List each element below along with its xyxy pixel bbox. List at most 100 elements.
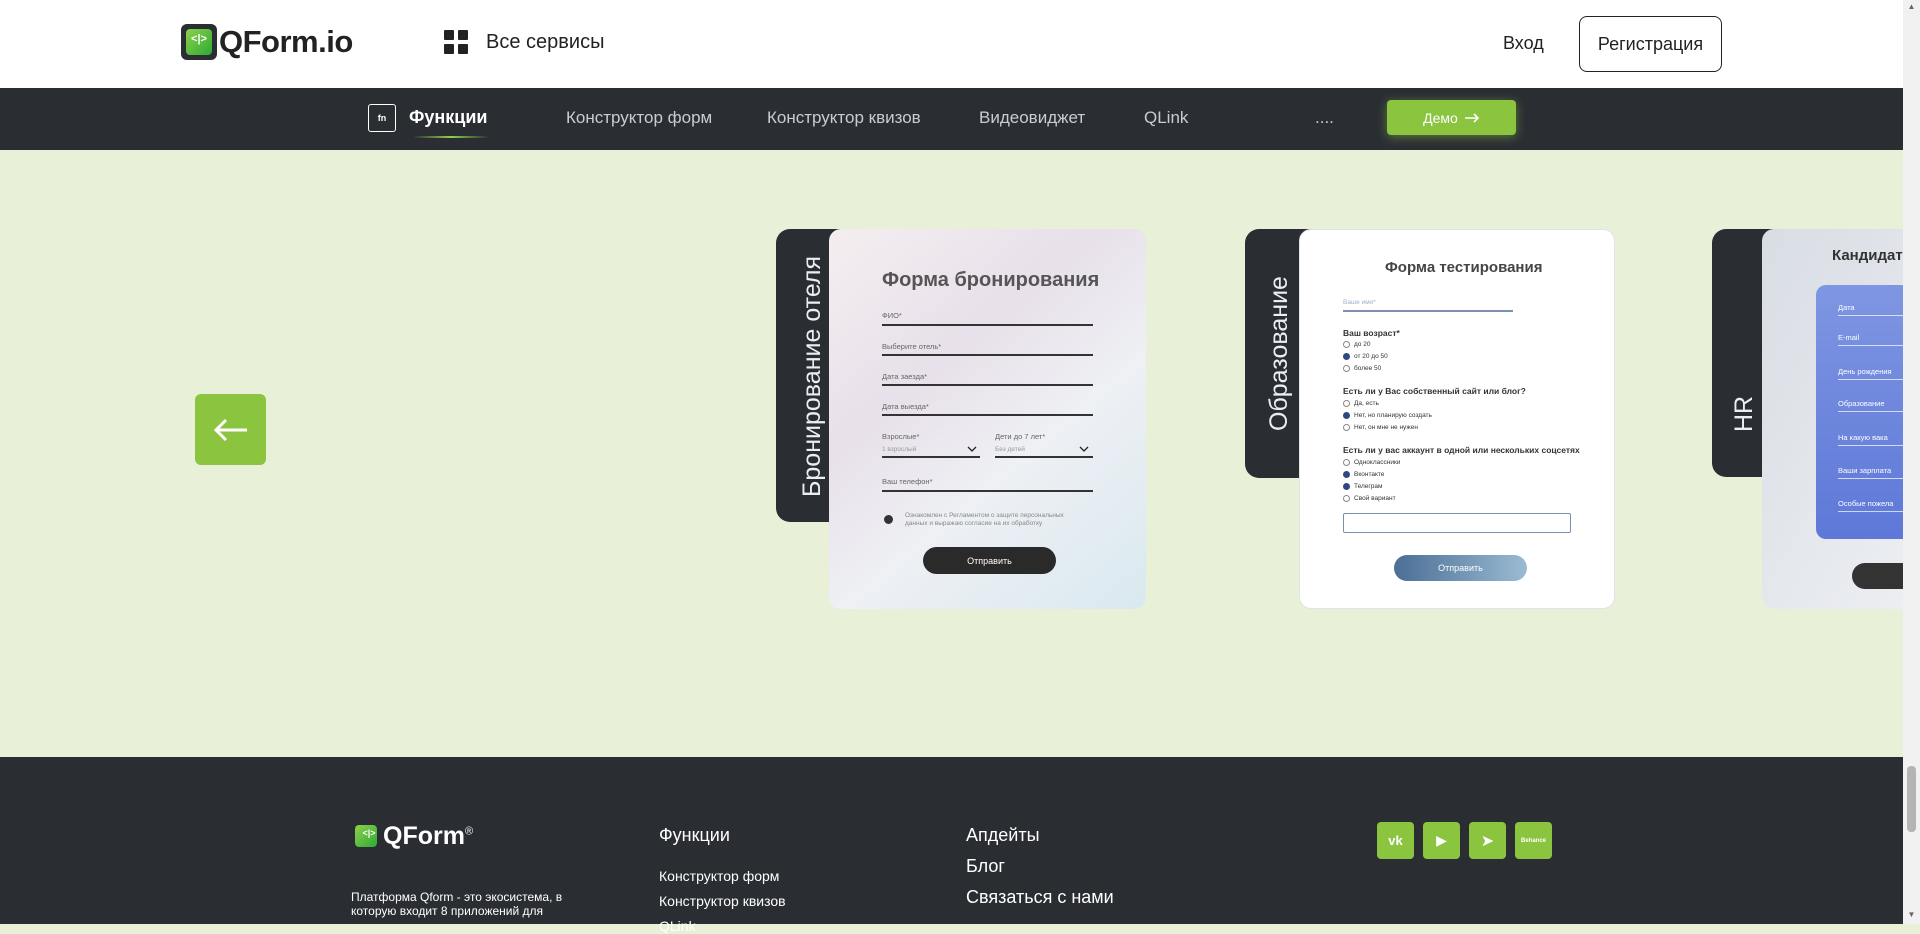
hr-field-line bbox=[1838, 411, 1903, 412]
nav-item-qlink[interactable]: QLink bbox=[1144, 108, 1188, 128]
login-link[interactable]: Вход bbox=[1503, 33, 1544, 54]
consent-text: Ознакомлен с Регламентом о защите персон… bbox=[905, 512, 1064, 527]
adults-select-line bbox=[882, 456, 980, 458]
option: Одноклассники bbox=[1343, 459, 1400, 466]
kids-select-line bbox=[995, 456, 1093, 458]
card-tab-label: Бронирование отеля bbox=[798, 255, 826, 497]
footer-link-contact[interactable]: Связаться с нами bbox=[966, 887, 1114, 908]
logo-text: QForm.io bbox=[219, 24, 353, 59]
nav-item-videowidget[interactable]: Видеовиджет bbox=[979, 108, 1085, 128]
question-social: Есть ли у вас аккаунт в одной или нескол… bbox=[1343, 445, 1580, 455]
footer-link-quiz-builder[interactable]: Конструктор квизов bbox=[659, 893, 786, 909]
card-education[interactable]: Образование Форма тестирования Ваше имя*… bbox=[1245, 229, 1615, 609]
hr-field: Образование bbox=[1838, 399, 1885, 408]
top-header: <|> QForm.io Все сервисы Вход Регистраци… bbox=[0, 0, 1903, 88]
nav-item-quiz-builder[interactable]: Конструктор квизов bbox=[767, 108, 921, 128]
all-services-button[interactable]: Все сервисы bbox=[444, 30, 604, 54]
hr-field: Ваши зарплата bbox=[1838, 466, 1892, 475]
nav-item-functions[interactable]: Функции bbox=[409, 107, 487, 128]
hr-field-line bbox=[1838, 445, 1903, 446]
hr-field: Дата bbox=[1838, 303, 1855, 312]
booking-form-preview: Форма бронирования ФИО* Выберите отель* … bbox=[829, 229, 1146, 609]
hr-field-line bbox=[1838, 345, 1903, 346]
qform-logo[interactable]: <|> QForm.io bbox=[181, 24, 353, 60]
option: Да, есть bbox=[1343, 400, 1379, 407]
scroll-down-icon[interactable]: ▼ bbox=[1905, 910, 1918, 922]
footer-logo-text: QForm® bbox=[383, 821, 474, 850]
demo-label: Демо bbox=[1423, 109, 1458, 126]
chevron-down-icon bbox=[1079, 446, 1089, 452]
hr-field-line bbox=[1838, 511, 1903, 512]
logo-mark-icon: <|> bbox=[181, 24, 217, 60]
option: более 50 bbox=[1343, 365, 1381, 372]
option: до 20 bbox=[1343, 341, 1370, 348]
features-navbar: fn Функции Конструктор форм Конструктор … bbox=[0, 88, 1903, 150]
demo-button[interactable]: Демо bbox=[1387, 100, 1516, 135]
test-form-preview: Форма тестирования Ваше имя* Ваш возраст… bbox=[1299, 229, 1615, 609]
card-hotel-booking[interactable]: Бронирование отеля Форма бронирования ФИ… bbox=[776, 229, 1146, 609]
grid-icon bbox=[444, 30, 468, 54]
services-label: Все сервисы bbox=[486, 30, 605, 53]
form-title: Форма бронирования bbox=[882, 269, 1100, 291]
footer-link-form-builder[interactable]: Конструктор форм bbox=[659, 868, 779, 884]
adults-label: Взрослые* bbox=[882, 432, 920, 441]
hr-submit-button bbox=[1852, 563, 1903, 589]
footer-logo[interactable]: <|> QForm® bbox=[351, 821, 473, 851]
hr-field-line bbox=[1838, 478, 1903, 479]
form-field-label: Дата выезда* bbox=[882, 402, 929, 411]
form-field-label: ФИО* bbox=[882, 311, 902, 320]
question-age: Ваш возраст* bbox=[1343, 328, 1400, 338]
form-title: Форма тестирования bbox=[1385, 259, 1543, 276]
scroll-up-icon[interactable]: ▲ bbox=[1905, 2, 1918, 14]
kids-label: Дети до 7 лет* bbox=[995, 432, 1046, 441]
option: Телеграм bbox=[1343, 483, 1382, 490]
question-site: Есть ли у Вас собственный сайт или блог? bbox=[1343, 386, 1526, 396]
active-underline bbox=[413, 136, 489, 138]
hr-field: Особые пожела bbox=[1838, 499, 1894, 508]
footer-link-qlink[interactable]: QLink bbox=[659, 918, 696, 934]
booking-submit-button: Отправить bbox=[923, 547, 1056, 574]
option: Нет, но планирую создать bbox=[1343, 412, 1432, 419]
footer-functions-title[interactable]: Функции bbox=[659, 825, 730, 846]
form-field-label: Дата заезда* bbox=[882, 372, 928, 381]
kids-select-value: Без детей bbox=[995, 446, 1025, 453]
carousel-prev-button[interactable] bbox=[195, 394, 266, 465]
vk-icon[interactable]: vk bbox=[1377, 822, 1414, 859]
option: Свой вариант bbox=[1343, 495, 1396, 502]
hr-form-panel: Дата E-mail День рождения Образование На… bbox=[1816, 285, 1903, 539]
hr-field: День рождения bbox=[1838, 367, 1892, 376]
test-submit-button: Отправить bbox=[1394, 555, 1527, 581]
card-hr[interactable]: HR Кандидат Дата E-mail День рождения Об… bbox=[1712, 229, 1903, 609]
form-field-line bbox=[882, 414, 1093, 416]
hr-form-preview: Кандидат Дата E-mail День рождения Образ… bbox=[1762, 229, 1903, 609]
arrow-left-icon bbox=[213, 418, 247, 441]
footer: <|> QForm® Платформа Qform - это экосист… bbox=[0, 757, 1903, 934]
register-button[interactable]: Регистрация bbox=[1579, 16, 1722, 72]
footer-link-blog[interactable]: Блог bbox=[966, 856, 1005, 877]
form-field-line bbox=[882, 384, 1093, 386]
adults-select-value: 1 взрослый bbox=[882, 446, 917, 453]
footer-link-updates[interactable]: Апдейты bbox=[966, 825, 1040, 846]
fn-icon: fn bbox=[368, 104, 396, 132]
custom-answer-input bbox=[1343, 513, 1571, 533]
option: Вконтакте bbox=[1343, 471, 1384, 478]
card-tab-label: Образование bbox=[1265, 276, 1293, 431]
chevron-down-icon bbox=[967, 446, 977, 452]
footer-description: Платформа Qform - это экосистема, в кото… bbox=[351, 890, 563, 918]
nav-item-form-builder[interactable]: Конструктор форм bbox=[566, 108, 712, 128]
nav-item-more[interactable]: .... bbox=[1315, 108, 1334, 128]
form-field-line bbox=[882, 324, 1093, 326]
form-title: Кандидат bbox=[1832, 247, 1903, 264]
youtube-icon[interactable]: ▶ bbox=[1423, 822, 1460, 859]
hr-field-line bbox=[1838, 379, 1903, 380]
logo-mark-icon: <|> bbox=[351, 821, 381, 851]
consent-checkbox bbox=[884, 515, 893, 524]
option: от 20 до 50 bbox=[1343, 353, 1388, 360]
telegram-icon[interactable]: ➤ bbox=[1469, 822, 1506, 859]
phone-label: Ваш телефон* bbox=[882, 477, 933, 486]
name-placeholder: Ваше имя* bbox=[1343, 299, 1376, 306]
phone-line bbox=[882, 490, 1093, 492]
scrollbar-thumb[interactable] bbox=[1907, 766, 1916, 832]
behance-icon[interactable]: Behance bbox=[1515, 822, 1552, 859]
hr-field: На какую вака bbox=[1838, 433, 1888, 442]
